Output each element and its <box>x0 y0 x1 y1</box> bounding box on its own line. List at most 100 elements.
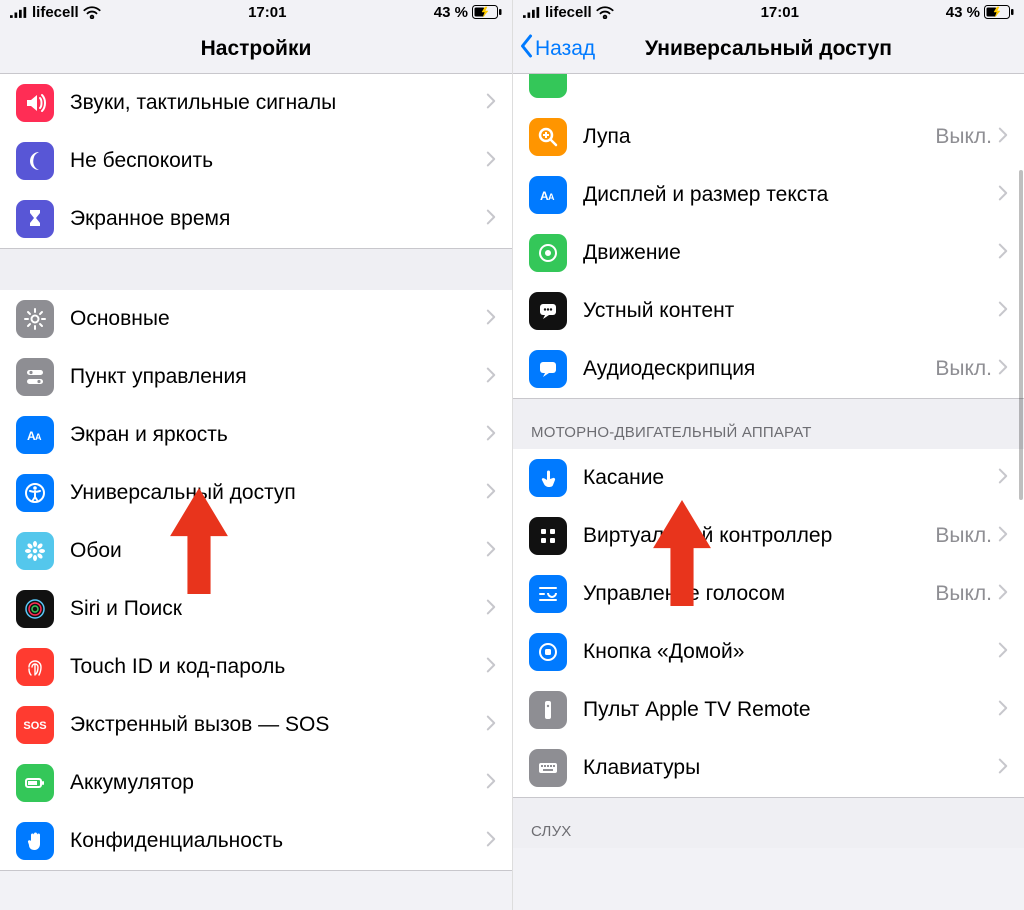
chevron-right-icon <box>486 151 496 172</box>
settings-row-zoom[interactable]: ЛупаВыкл. <box>513 108 1024 166</box>
settings-row-grid[interactable]: Виртуальный контроллерВыкл. <box>513 507 1024 565</box>
chevron-right-icon <box>998 185 1008 206</box>
settings-row-flower[interactable]: Обои <box>0 522 512 580</box>
chevron-right-icon <box>998 301 1008 322</box>
settings-row-battery[interactable]: Аккумулятор <box>0 754 512 812</box>
touch-icon <box>529 459 567 497</box>
speech-icon <box>529 292 567 330</box>
row-detail: Выкл. <box>935 524 992 548</box>
settings-row-aa[interactable]: Экран и яркость <box>0 406 512 464</box>
row-label: Касание <box>583 466 998 490</box>
chevron-right-icon <box>486 657 496 678</box>
row-label: Звуки, тактильные сигналы <box>70 91 486 115</box>
sos-icon <box>16 706 54 744</box>
settings-row-ad[interactable]: АудиодескрипцияВыкл. <box>513 340 1024 398</box>
row-label: Кнопка «Домой» <box>583 640 998 664</box>
chevron-right-icon <box>998 127 1008 148</box>
row-label: Виртуальный контроллер <box>583 524 935 548</box>
battery-icon <box>472 5 502 19</box>
battery-icon <box>16 764 54 802</box>
row-label: Универсальный доступ <box>70 481 486 505</box>
aa-icon <box>16 416 54 454</box>
accessibility-list[interactable]: ЛупаВыкл.Дисплей и размер текстаДвижение… <box>513 74 1024 910</box>
row-label: Аудиодескрипция <box>583 357 935 381</box>
row-label: Дисплей и размер текста <box>583 183 998 207</box>
row-label: Touch ID и код-пароль <box>70 655 486 679</box>
zoom-icon <box>529 118 567 156</box>
row-label: Siri и Поиск <box>70 597 486 621</box>
settings-row-gear[interactable]: Основные <box>0 290 512 348</box>
row-icon <box>529 74 567 98</box>
row-label: Устный контент <box>583 299 998 323</box>
battery-percent: 43 % <box>434 4 468 21</box>
settings-row-sos[interactable]: Экстренный вызов — SOS <box>0 696 512 754</box>
nav-bar: Назад Универсальный доступ <box>513 24 1024 74</box>
settings-row-hourglass[interactable]: Экранное время <box>0 190 512 248</box>
row-detail: Выкл. <box>935 125 992 149</box>
status-time: 17:01 <box>101 4 434 21</box>
row-label: Лупа <box>583 125 935 149</box>
settings-row-hand[interactable]: Конфиденциальность <box>0 812 512 870</box>
settings-row-aa[interactable]: Дисплей и размер текста <box>513 166 1024 224</box>
settings-row-siri[interactable]: Siri и Поиск <box>0 580 512 638</box>
status-time: 17:01 <box>614 4 946 21</box>
row-label: Экран и яркость <box>70 423 486 447</box>
row-label: Управление голосом <box>583 582 935 606</box>
carrier-label: lifecell <box>545 4 592 21</box>
settings-row-cut[interactable] <box>513 74 1024 108</box>
settings-row-touch[interactable]: Касание <box>513 449 1024 507</box>
chevron-right-icon <box>486 425 496 446</box>
settings-row-speech[interactable]: Устный контент <box>513 282 1024 340</box>
settings-row-voice[interactable]: Управление голосомВыкл. <box>513 565 1024 623</box>
status-bar: lifecell 17:01 43 % <box>0 0 512 24</box>
chevron-right-icon <box>486 367 496 388</box>
row-label: Пункт управления <box>70 365 486 389</box>
row-label: Конфиденциальность <box>70 829 486 853</box>
battery-percent: 43 % <box>946 4 980 21</box>
back-label: Назад <box>535 37 595 61</box>
left-screenshot: lifecell 17:01 43 % Настройки Звуки, так… <box>0 0 512 910</box>
flower-icon <box>16 532 54 570</box>
sounds-icon <box>16 84 54 122</box>
chevron-right-icon <box>998 243 1008 264</box>
remote-icon <box>529 691 567 729</box>
settings-row-motion[interactable]: Движение <box>513 224 1024 282</box>
wifi-icon <box>83 6 101 19</box>
chevron-right-icon <box>486 483 496 504</box>
page-title: Универсальный доступ <box>645 37 892 61</box>
settings-row-home[interactable]: Кнопка «Домой» <box>513 623 1024 681</box>
row-label: Экстренный вызов — SOS <box>70 713 486 737</box>
home-icon <box>529 633 567 671</box>
settings-row-moon[interactable]: Не беспокоить <box>0 132 512 190</box>
page-title: Настройки <box>201 37 312 61</box>
hand-icon <box>16 822 54 860</box>
settings-row-keyboard[interactable]: Клавиатуры <box>513 739 1024 797</box>
settings-list[interactable]: Звуки, тактильные сигналы Не беспокоить Эк… <box>0 74 512 910</box>
row-label: Экранное время <box>70 207 486 231</box>
switches-icon <box>16 358 54 396</box>
row-detail: Выкл. <box>935 582 992 606</box>
section-separator <box>0 248 512 290</box>
section-header-motor: МОТОРНО-ДВИГАТЕЛЬНЫЙ АППАРАТ <box>513 398 1024 449</box>
row-label: Аккумулятор <box>70 771 486 795</box>
keyboard-icon <box>529 749 567 787</box>
settings-row-access[interactable]: Универсальный доступ <box>0 464 512 522</box>
settings-row-sounds[interactable]: Звуки, тактильные сигналы <box>0 74 512 132</box>
chevron-right-icon <box>486 541 496 562</box>
chevron-right-icon <box>486 93 496 114</box>
chevron-right-icon <box>486 209 496 230</box>
settings-row-switches[interactable]: Пункт управления <box>0 348 512 406</box>
settings-row-remote[interactable]: Пульт Apple TV Remote <box>513 681 1024 739</box>
back-button[interactable]: Назад <box>519 34 595 64</box>
hourglass-icon <box>16 200 54 238</box>
scrollbar[interactable] <box>1019 170 1023 500</box>
settings-row-fingerprint[interactable]: Touch ID и код-пароль <box>0 638 512 696</box>
motion-icon <box>529 234 567 272</box>
nav-bar: Настройки <box>0 24 512 74</box>
chevron-right-icon <box>998 700 1008 721</box>
chevron-right-icon <box>998 758 1008 779</box>
aa-icon <box>529 176 567 214</box>
row-detail: Выкл. <box>935 357 992 381</box>
chevron-right-icon <box>998 642 1008 663</box>
status-bar: lifecell 17:01 43 % <box>513 0 1024 24</box>
